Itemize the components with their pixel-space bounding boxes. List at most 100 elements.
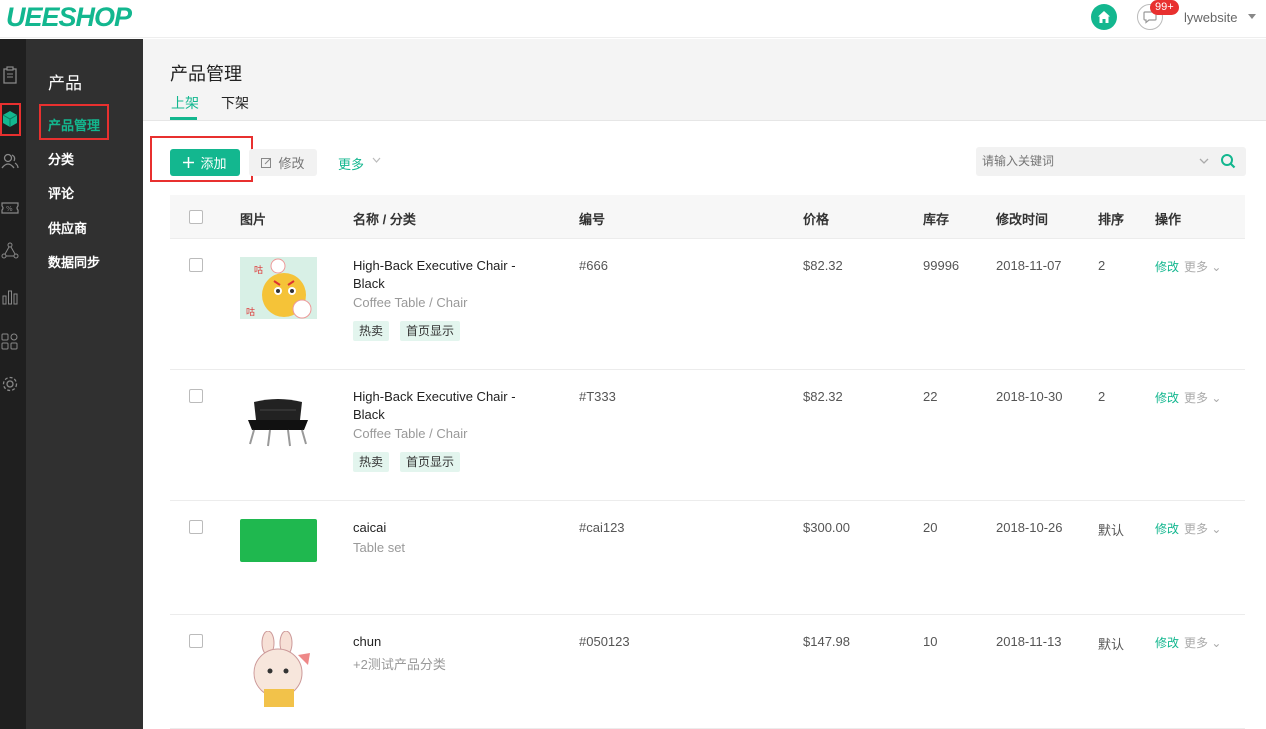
bar-chart-icon[interactable] (0, 285, 20, 307)
home-icon (1098, 11, 1110, 23)
submenu-item-data-sync[interactable]: 数据同步 (48, 252, 100, 271)
tab-on-shelf[interactable]: 上架 (171, 93, 199, 113)
product-modified: 2018-11-07 (996, 258, 1062, 273)
product-price: $147.98 (803, 634, 850, 649)
product-name[interactable]: High-Back Executive Chair - Black (353, 257, 528, 293)
more-button[interactable]: 更多 (338, 154, 364, 173)
product-name[interactable]: chun (353, 633, 528, 651)
col-order: 排序 (1098, 212, 1125, 227)
username[interactable]: lywebsite (1184, 10, 1237, 25)
product-stock: 10 (923, 634, 938, 649)
tab-off-shelf[interactable]: 下架 (221, 93, 249, 113)
product-price: $82.32 (803, 258, 843, 273)
apps-icon[interactable] (0, 331, 20, 353)
table-row[interactable]: caicai Table set #cai123 $300.00 20 2018… (170, 501, 1245, 615)
add-button[interactable]: 添加 (170, 149, 240, 176)
gear-icon[interactable] (0, 373, 20, 395)
edit-icon (261, 158, 272, 168)
product-name[interactable]: caicai (353, 519, 528, 537)
logo[interactable]: UEESHOP (6, 2, 132, 33)
product-name[interactable]: High-Back Executive Chair - Black (353, 388, 528, 424)
row-checkbox[interactable] (189, 634, 203, 648)
search-chevron-down-icon[interactable] (1198, 154, 1210, 172)
product-image-cat-sticker[interactable]: 咕 咕 (240, 257, 317, 319)
col-name-category: 名称 / 分类 (353, 212, 416, 227)
network-icon[interactable] (0, 240, 20, 262)
row-more-label: 更多 (1184, 391, 1209, 405)
product-order: 2 (1098, 258, 1106, 273)
table-header: 图片 名称 / 分类 编号 价格 库存 修改时间 排序 操作 (170, 195, 1245, 239)
row-more-link[interactable]: 更多 ⌄ (1184, 389, 1221, 406)
tag-homepage-display: 首页显示 (400, 452, 461, 472)
discount-icon[interactable]: % (0, 197, 20, 219)
sub-menu: 产品 产品管理 分类 评论 供应商 数据同步 (26, 39, 143, 729)
submenu-title: 产品 (48, 74, 82, 93)
top-bar: UEESHOP 99+ lywebsite (0, 0, 1266, 38)
table-row[interactable]: High-Back Executive Chair - Black Coffee… (170, 370, 1245, 501)
product-image-green-block[interactable] (240, 519, 317, 562)
row-more-link[interactable]: 更多 ⌄ (1184, 258, 1221, 275)
page-title: 产品管理 (170, 64, 242, 84)
col-image: 图片 (240, 212, 267, 227)
row-checkbox[interactable] (189, 389, 203, 403)
product-sku: #666 (579, 258, 608, 273)
svg-text:咕: 咕 (254, 264, 263, 276)
row-more-link[interactable]: 更多 ⌄ (1184, 634, 1221, 651)
submenu-item-reviews[interactable]: 评论 (48, 183, 74, 202)
product-stock: 20 (923, 520, 938, 535)
product-category: +2测试产品分类 (353, 657, 446, 672)
svg-text:咕: 咕 (246, 306, 255, 318)
product-sku: #cai123 (579, 520, 625, 535)
page-header: 产品管理 上架 下架 (143, 39, 1266, 121)
search-input[interactable] (982, 154, 1192, 168)
col-sku: 编号 (579, 212, 606, 227)
product-modified: 2018-10-30 (996, 389, 1063, 404)
product-stock: 99996 (923, 258, 960, 273)
users-icon[interactable] (0, 150, 20, 172)
row-more-label: 更多 (1184, 522, 1209, 536)
active-submenu-highlight (39, 104, 109, 140)
row-edit-link[interactable]: 修改 (1155, 389, 1179, 406)
row-edit-link[interactable]: 修改 (1155, 634, 1179, 651)
main-content: 产品管理 上架 下架 添加 修改 更多 图片 名称 / 分类 编号 价格 库存 … (143, 39, 1266, 729)
edit-button-label: 修改 (278, 156, 305, 171)
icon-rail: % (0, 39, 26, 729)
table-row[interactable]: 咕 咕 High-Back Executive Chair - Black Co… (170, 239, 1245, 370)
search-box (976, 147, 1246, 176)
product-stock: 22 (923, 389, 938, 404)
row-more-label: 更多 (1184, 260, 1209, 274)
submenu-item-category[interactable]: 分类 (48, 149, 74, 168)
select-all-checkbox[interactable] (189, 210, 203, 224)
add-button-label: 添加 (200, 156, 227, 171)
product-price: $82.32 (803, 389, 843, 404)
product-sku: #T333 (579, 389, 616, 404)
row-more-link[interactable]: 更多 ⌄ (1184, 520, 1221, 537)
product-sku: #050123 (579, 634, 630, 649)
table-row[interactable]: chun +2测试产品分类 #050123 $147.98 10 2018-11… (170, 615, 1245, 729)
submenu-item-suppliers[interactable]: 供应商 (48, 218, 87, 237)
clipboard-icon[interactable] (0, 64, 20, 86)
col-price: 价格 (803, 212, 830, 227)
search-icon[interactable] (1220, 153, 1236, 174)
row-checkbox[interactable] (189, 520, 203, 534)
product-order: 2 (1098, 389, 1106, 404)
edit-button[interactable]: 修改 (249, 149, 317, 176)
col-stock: 库存 (923, 212, 950, 227)
product-image-rabbit-sticker[interactable] (240, 631, 317, 709)
row-checkbox[interactable] (189, 258, 203, 272)
user-menu-caret-icon[interactable] (1248, 14, 1256, 19)
product-order: 默认 (1098, 637, 1125, 652)
row-edit-link[interactable]: 修改 (1155, 520, 1179, 537)
tag-hot-sale: 热卖 (353, 452, 390, 472)
product-modified: 2018-10-26 (996, 520, 1063, 535)
row-more-label: 更多 (1184, 636, 1209, 650)
active-rail-highlight (0, 103, 21, 136)
product-category: Table set (353, 540, 406, 555)
more-chevron-down-icon[interactable] (372, 156, 381, 167)
home-button[interactable] (1091, 4, 1117, 30)
product-image-black-chair[interactable] (240, 388, 317, 450)
tag-hot-sale: 热卖 (353, 321, 390, 341)
row-edit-link[interactable]: 修改 (1155, 258, 1179, 275)
product-category: Coffee Table / Chair (353, 426, 468, 441)
col-actions: 操作 (1155, 212, 1182, 227)
